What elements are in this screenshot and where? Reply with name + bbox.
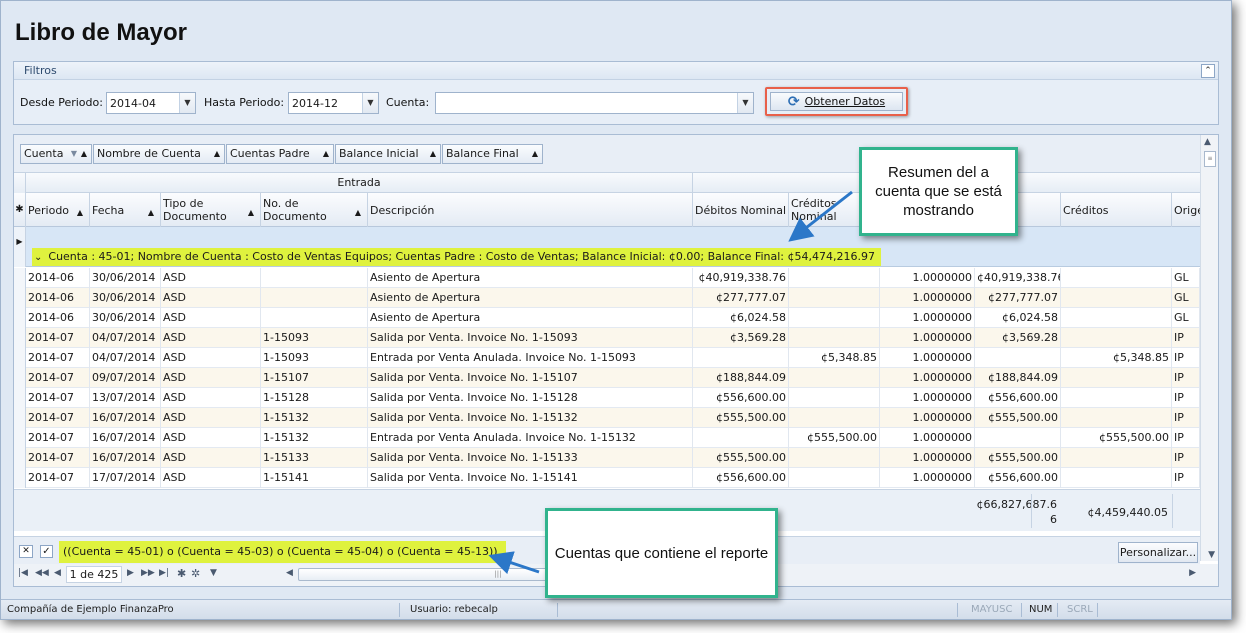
arrow-to-summary — [788, 190, 853, 242]
callout-arrows — [488, 190, 853, 575]
arrow-to-filter — [488, 551, 540, 575]
